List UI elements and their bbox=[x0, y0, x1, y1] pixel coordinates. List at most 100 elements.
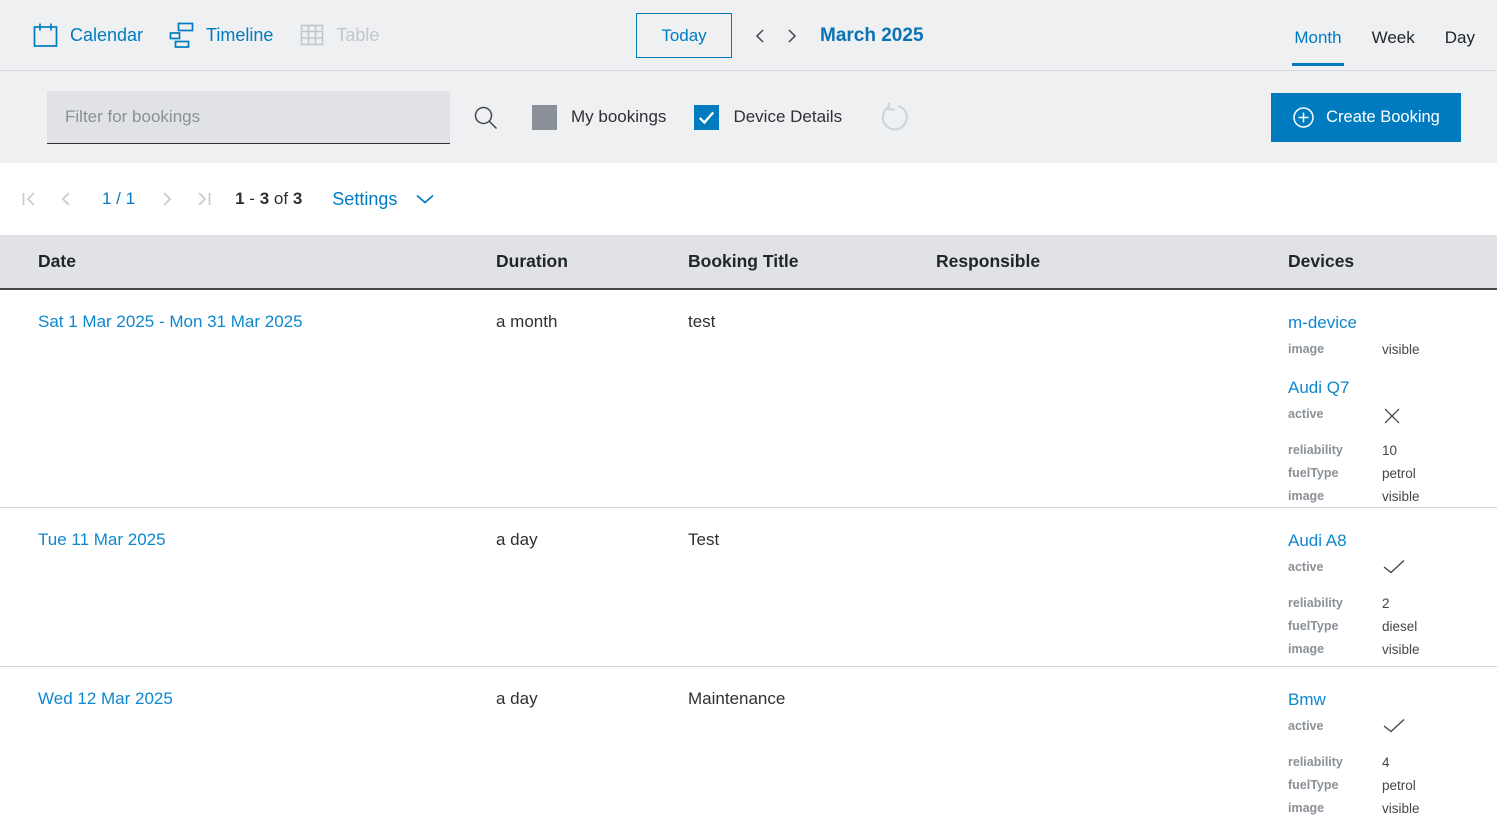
device-details-checkbox-group[interactable]: Device Details bbox=[694, 104, 843, 130]
attr-label: active bbox=[1288, 560, 1324, 574]
tab-timeline-label: Timeline bbox=[206, 24, 274, 45]
device-attr-row: fuelType petrol bbox=[1288, 774, 1497, 797]
chevron-right-icon bbox=[788, 28, 797, 43]
create-booking-label: Create Booking bbox=[1326, 107, 1440, 126]
calendar-icon bbox=[32, 22, 59, 49]
booking-date-link[interactable]: Wed 12 Mar 2025 bbox=[38, 689, 173, 708]
device-attr-row: active bbox=[1288, 556, 1497, 592]
device-block: Audi Q7 active reliability 10 fuelType p… bbox=[1288, 377, 1497, 508]
view-day[interactable]: Day bbox=[1443, 0, 1477, 66]
booking-duration: a day bbox=[496, 689, 538, 708]
device-attr-row: image visible bbox=[1288, 797, 1497, 820]
reset-button[interactable] bbox=[878, 102, 909, 133]
my-bookings-checkbox[interactable] bbox=[532, 104, 557, 130]
device-attr-row: image visible bbox=[1288, 485, 1497, 508]
device-attr-row: image visible bbox=[1288, 638, 1497, 661]
next-page-button[interactable] bbox=[157, 187, 178, 211]
attr-label: reliability bbox=[1288, 443, 1343, 457]
device-link[interactable]: Audi Q7 bbox=[1288, 378, 1349, 397]
cross-icon bbox=[1382, 406, 1402, 426]
attr-value: petrol bbox=[1382, 778, 1416, 793]
create-booking-button[interactable]: Create Booking bbox=[1271, 92, 1461, 142]
table-row: Tue 11 Mar 2025 a day Test Audi A8 activ… bbox=[0, 508, 1497, 667]
period-navigation: Today March 2025 bbox=[636, 0, 924, 71]
result-range: 1 - 3 of 3 bbox=[235, 189, 302, 209]
my-bookings-label: My bookings bbox=[571, 107, 667, 126]
previous-page-button[interactable] bbox=[55, 187, 76, 211]
device-link[interactable]: Audi A8 bbox=[1288, 531, 1347, 550]
attr-value: visible bbox=[1382, 801, 1420, 816]
table-row: Sat 1 Mar 2025 - Mon 31 Mar 2025 a month… bbox=[0, 290, 1497, 508]
attr-value: 4 bbox=[1382, 755, 1390, 770]
attr-label: fuelType bbox=[1288, 619, 1339, 633]
chevron-right-icon bbox=[163, 192, 172, 206]
checkmark-icon bbox=[699, 111, 715, 124]
header-duration: Duration bbox=[496, 251, 568, 271]
booking-date-link[interactable]: Sat 1 Mar 2025 - Mon 31 Mar 2025 bbox=[38, 312, 303, 331]
today-button[interactable]: Today bbox=[636, 13, 732, 58]
booking-title: Test bbox=[688, 530, 720, 549]
view-week[interactable]: Week bbox=[1370, 0, 1417, 66]
header-responsible: Responsible bbox=[936, 251, 1041, 271]
attr-label: fuelType bbox=[1288, 466, 1339, 480]
device-attr-row: active bbox=[1288, 715, 1497, 751]
chevron-left-icon bbox=[755, 28, 764, 43]
check-icon bbox=[1382, 559, 1406, 574]
header-date: Date bbox=[38, 251, 76, 271]
tab-table[interactable]: Table bbox=[299, 22, 379, 48]
last-page-button[interactable] bbox=[192, 187, 217, 211]
booking-duration: a month bbox=[496, 312, 558, 331]
attr-value: petrol bbox=[1382, 466, 1416, 481]
range-separator: - bbox=[249, 189, 255, 208]
device-details-checkbox[interactable] bbox=[694, 104, 720, 130]
filter-field-wrap bbox=[47, 90, 450, 144]
booking-date-link[interactable]: Tue 11 Mar 2025 bbox=[38, 530, 166, 549]
device-block: m-device image visible bbox=[1288, 312, 1497, 361]
first-page-icon bbox=[22, 192, 35, 206]
booking-title: test bbox=[688, 312, 716, 331]
attr-label: reliability bbox=[1288, 596, 1343, 610]
reset-icon bbox=[881, 102, 908, 130]
search-icon bbox=[474, 106, 498, 129]
attr-label: image bbox=[1288, 342, 1325, 356]
attr-label: image bbox=[1288, 801, 1325, 815]
view-switcher: Month Week Day bbox=[1292, 0, 1477, 66]
chevron-down-icon bbox=[416, 194, 434, 204]
attr-value: 2 bbox=[1382, 596, 1390, 611]
next-period-button[interactable] bbox=[780, 24, 804, 48]
range-end: 3 bbox=[259, 189, 270, 208]
settings-expand-button[interactable] bbox=[415, 193, 435, 205]
filter-input[interactable] bbox=[47, 90, 450, 143]
tab-timeline[interactable]: Timeline bbox=[169, 22, 273, 48]
attr-label: image bbox=[1288, 642, 1325, 656]
previous-period-button[interactable] bbox=[748, 24, 772, 48]
header-devices: Devices bbox=[1288, 251, 1355, 271]
attr-value: visible bbox=[1382, 342, 1420, 357]
chevron-left-icon bbox=[61, 192, 70, 206]
attr-value: visible bbox=[1382, 489, 1420, 504]
attr-value: diesel bbox=[1382, 619, 1418, 634]
last-page-icon bbox=[198, 192, 211, 206]
device-attr-row: reliability 2 bbox=[1288, 592, 1497, 615]
search-button[interactable] bbox=[472, 104, 499, 131]
device-attr-row: active bbox=[1288, 403, 1497, 439]
range-start: 1 bbox=[235, 189, 245, 208]
tab-calendar-label: Calendar bbox=[70, 24, 144, 45]
page-indicator: 1 / 1 bbox=[102, 189, 136, 208]
booking-title: Maintenance bbox=[688, 689, 786, 708]
top-navigation-bar: Calendar Timeline Table Today March 2025… bbox=[0, 0, 1497, 71]
booking-responsible bbox=[936, 312, 1288, 507]
device-attr-row: image visible bbox=[1288, 338, 1497, 361]
settings-link[interactable]: Settings bbox=[332, 189, 397, 210]
of-label: of bbox=[273, 189, 289, 208]
first-page-button[interactable] bbox=[16, 187, 41, 211]
device-link[interactable]: m-device bbox=[1288, 313, 1357, 332]
tab-calendar[interactable]: Calendar bbox=[32, 22, 143, 49]
attr-value: visible bbox=[1382, 642, 1420, 657]
my-bookings-checkbox-group[interactable]: My bookings bbox=[532, 104, 667, 130]
device-link[interactable]: Bmw bbox=[1288, 690, 1326, 709]
device-details-label: Device Details bbox=[733, 107, 843, 126]
header-booking-title: Booking Title bbox=[688, 251, 799, 271]
view-month[interactable]: Month bbox=[1292, 0, 1344, 66]
table-icon bbox=[299, 22, 325, 48]
